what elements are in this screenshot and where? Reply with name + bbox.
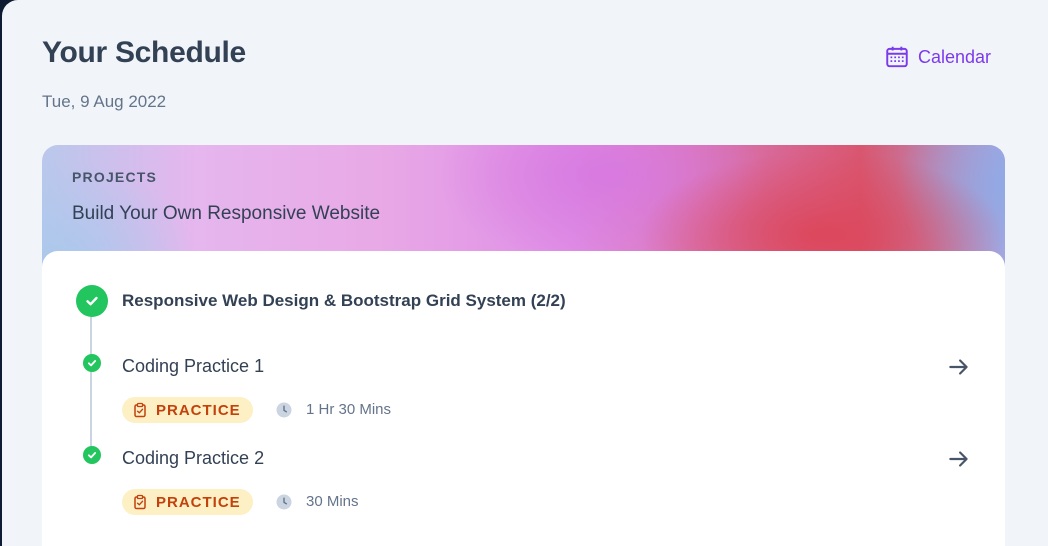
page-title: Your Schedule [42,36,246,69]
item-title-coding-practice-2[interactable]: Coding Practice 2 [122,448,264,469]
item-complete-check-icon [83,354,101,372]
badge-label: PRACTICE [156,401,241,419]
card-kicker: PROJECTS [72,169,158,185]
item-duration: 30 Mins [306,493,359,510]
arrow-right-icon[interactable] [946,446,972,472]
arrow-right-icon[interactable] [946,354,972,380]
clock-icon [276,494,292,510]
project-card: PROJECTS Build Your Own Responsive Websi… [42,145,1005,546]
item-complete-check-icon [83,446,101,464]
calendar-button[interactable]: Calendar [884,44,991,70]
clock-icon [276,402,292,418]
section-complete-check-icon [76,285,108,317]
practice-badge: PRACTICE [122,397,253,423]
schedule-date: Tue, 9 Aug 2022 [42,92,167,111]
calendar-label: Calendar [918,46,992,67]
clipboard-check-icon [134,402,146,418]
clipboard-check-icon [134,494,146,510]
project-title: Build Your Own Responsive Website [72,203,381,224]
schedule-screen: Your Schedule Tue, 9 Aug 2022 Calendar P… [2,0,1048,546]
item-duration: 1 Hr 30 Mins [306,401,392,418]
badge-label: PRACTICE [156,493,241,511]
section-title: Responsive Web Design & Bootstrap Grid S… [122,291,566,310]
practice-badge: PRACTICE [122,489,253,515]
timeline-line [90,306,92,456]
project-card-body: Responsive Web Design & Bootstrap Grid S… [42,251,1005,546]
calendar-icon [884,44,910,70]
item-title-coding-practice-1[interactable]: Coding Practice 1 [122,356,264,377]
